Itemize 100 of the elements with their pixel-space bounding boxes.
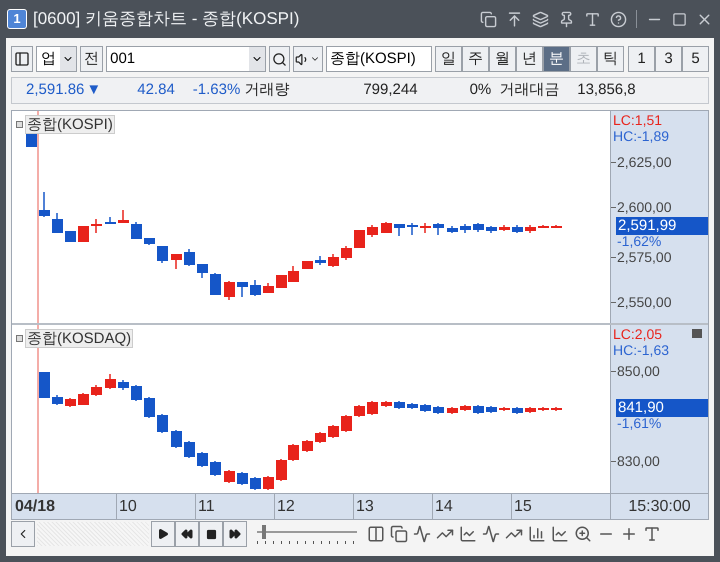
period-tab[interactable]: 주 [462, 46, 489, 72]
pulse-icon[interactable] [482, 525, 500, 543]
panel-toggle-button[interactable] [11, 46, 34, 72]
candle [144, 397, 155, 418]
help-icon[interactable] [610, 10, 627, 28]
period-tab[interactable]: 년 [516, 46, 543, 72]
rewind-button[interactable] [175, 521, 199, 547]
candle [328, 425, 339, 438]
stop-icon [206, 528, 216, 540]
candle [315, 432, 326, 443]
candle [381, 401, 392, 407]
time-label: 15:30:00 [610, 494, 708, 519]
price-tick: 2,600,00 [617, 200, 672, 215]
hour-label: 11 [196, 494, 275, 519]
candle [78, 226, 89, 242]
candle [354, 405, 365, 417]
candle [512, 407, 523, 414]
change-value: 42.84 [137, 80, 175, 100]
candle [171, 430, 182, 448]
candle [460, 405, 471, 411]
candle [447, 226, 458, 233]
current-price-marker: 2,591,99 [616, 217, 708, 235]
candle [407, 403, 418, 409]
candle [381, 222, 392, 233]
candle [525, 407, 536, 413]
hour-label: 14 [433, 494, 512, 519]
change-rate: -1.63% [192, 80, 240, 100]
send-top-icon[interactable] [506, 10, 523, 28]
candle [302, 261, 313, 269]
candle [460, 224, 471, 233]
candle [91, 219, 102, 233]
stop-button[interactable] [199, 521, 223, 547]
layers-icon[interactable] [532, 10, 549, 28]
candle [210, 273, 221, 295]
candle [39, 192, 50, 217]
candle [538, 225, 549, 228]
candle [367, 225, 378, 237]
candle [394, 401, 405, 409]
period-tab[interactable]: 5 [682, 46, 709, 72]
window-copy-icon[interactable] [480, 10, 497, 28]
candle [367, 401, 378, 415]
period-tab[interactable]: 3 [654, 46, 682, 72]
current-rate-label: -1,61% [617, 416, 662, 430]
hour-label: 12 [275, 494, 354, 519]
hc-label: HC:-1,63 [613, 343, 670, 358]
candle [341, 415, 352, 432]
candle [65, 231, 76, 242]
fast-forward-button[interactable] [223, 521, 247, 547]
candle [407, 223, 418, 235]
candle [486, 406, 497, 413]
period-tab[interactable]: 분 [542, 46, 570, 72]
candle [131, 222, 142, 239]
series-marker-icon [16, 121, 23, 128]
volume-value: 799,244 [363, 80, 418, 100]
period-tab[interactable]: 1 [628, 46, 655, 72]
font-size-icon[interactable] [643, 525, 661, 543]
candle [525, 225, 536, 233]
code-combo[interactable]: 001 [106, 46, 266, 72]
line-icon[interactable] [413, 525, 431, 543]
zoom-slider[interactable] [257, 524, 357, 544]
name-field[interactable]: 종합(KOSPI) [326, 46, 432, 72]
candle [276, 275, 287, 288]
period-tab[interactable]: 틱 [596, 46, 624, 72]
play-button[interactable] [151, 521, 175, 547]
chart-icon[interactable] [551, 525, 569, 543]
candle [433, 223, 444, 235]
period-tab[interactable]: 일 [434, 46, 462, 72]
candle [551, 407, 562, 411]
overlay-icon[interactable] [390, 525, 408, 543]
candle [302, 440, 313, 452]
candle [394, 224, 405, 236]
scroll-left-button[interactable] [11, 521, 35, 547]
line-chart-icon[interactable] [459, 525, 477, 543]
font-icon[interactable] [584, 10, 601, 28]
candle [105, 217, 116, 224]
search-button[interactable] [268, 46, 290, 72]
candle [52, 395, 63, 405]
candle [420, 223, 431, 233]
candle [328, 254, 339, 267]
candle [263, 476, 274, 490]
pin-icon[interactable] [558, 10, 575, 28]
market-select[interactable]: 업 [36, 46, 78, 72]
candle [224, 470, 235, 483]
rewind-icon [181, 528, 193, 540]
all-button[interactable]: 전 [80, 46, 104, 72]
candle [157, 246, 168, 263]
split-icon[interactable] [367, 525, 385, 543]
candle [420, 404, 431, 412]
plus-icon[interactable] [620, 525, 638, 543]
hour-label: 15 [513, 497, 533, 517]
bar-chart-icon[interactable] [528, 525, 546, 543]
series-legend: 종합(KOSPI) [25, 115, 115, 134]
sound-button[interactable] [292, 46, 323, 72]
maximize-icon[interactable] [672, 12, 687, 26]
period-tab[interactable]: 월 [488, 46, 516, 72]
slider-thumb[interactable] [262, 525, 266, 539]
candle [447, 407, 458, 414]
candle [197, 452, 208, 467]
candle [276, 459, 287, 481]
search-icon[interactable] [574, 525, 592, 543]
